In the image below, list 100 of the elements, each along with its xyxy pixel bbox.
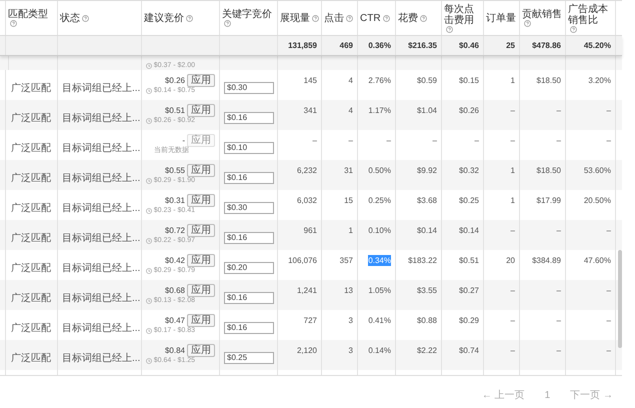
help-icon[interactable] [186,14,193,22]
match-type: 广泛匹配 [11,203,51,214]
status-text: 目标词组已经上... [62,173,140,184]
column-header[interactable]: CTR [360,12,381,24]
metric-value: 15 [344,195,353,206]
status-text: 目标词组已经上... [62,293,140,304]
ctr-value: 0.25% [368,195,391,206]
metric-value: 6,032 [296,195,317,206]
metric-value: 4 [348,75,353,86]
apply-button[interactable]: 应用 [187,284,215,297]
bid-input[interactable]: $0.16 [224,292,274,304]
bid-input[interactable]: $0.16 [224,322,274,334]
metric-value: $0.27 [458,285,479,296]
apply-button[interactable]: 应用 [187,254,215,267]
metric-value: $0.14 [458,225,479,236]
status-text: 目标词组已经上... [62,323,140,334]
help-icon[interactable] [346,14,353,22]
bid-input[interactable]: $0.30 [224,202,274,214]
bid-input[interactable]: $0.10 [224,142,274,154]
help-icon[interactable] [524,20,531,27]
metric-value: $0.15 [458,75,479,86]
bid-input[interactable]: $0.16 [224,112,274,124]
metric-value: $0.59 [416,75,437,86]
apply-button[interactable]: 应用 [187,314,215,327]
total-value: $0.46 [458,40,479,52]
column-header[interactable]: 展现量 [280,12,310,24]
help-icon[interactable] [312,14,319,22]
total-value: 45.20% [584,40,611,52]
help-icon[interactable] [382,14,390,22]
help-icon[interactable] [224,20,231,27]
metric-value: 106,076 [288,255,317,266]
status-text: 目标词组已经上... [62,353,140,364]
scrollbar-thumb[interactable] [618,250,622,348]
suggested-bid: $0.72 [164,224,185,236]
metric-value: $0.51 [458,255,479,266]
metric-value: 1 [510,75,515,86]
metric-value: – [606,315,611,326]
metric-value: 341 [304,105,317,116]
status-text: 目标词组已经上... [62,203,140,214]
total-value: 469 [340,40,353,52]
metric-value: – [556,285,561,296]
match-type: 广泛匹配 [11,83,51,94]
metric-value: $3.68 [416,195,437,206]
status-text: 目标词组已经上... [62,263,140,274]
column-header[interactable]: 每次点击费用 [444,4,481,26]
bid-input[interactable]: $0.16 [224,172,274,184]
ctr-value: 0.14% [368,345,391,356]
metric-value: $183.22 [408,255,437,266]
column-header[interactable]: 状态 [60,12,80,24]
metric-value: – [556,345,561,356]
metric-value: $1.04 [416,105,437,116]
apply-button[interactable]: 应用 [187,104,215,117]
metric-value: – [606,345,611,356]
column-header[interactable]: 匹配类型 [8,9,48,20]
status-text: 目标词组已经上... [62,83,140,94]
help-icon[interactable] [446,26,453,32]
column-header[interactable]: 点击 [324,12,344,24]
ctr-value: 0.41% [368,315,391,326]
bid-input[interactable]: $0.20 [224,262,274,274]
help-icon[interactable] [82,14,89,22]
column-header[interactable]: 花费 [398,12,418,24]
bid-input[interactable]: $0.30 [224,82,274,94]
metric-value: 20 [506,255,515,266]
ctr-value: – [386,135,391,146]
column-header[interactable]: 关键字竞价 [222,9,272,20]
metric-value: – [510,225,515,236]
column-header[interactable]: 建议竞价 [144,12,184,24]
help-icon[interactable] [420,14,427,22]
apply-button[interactable]: 应用 [187,224,215,237]
metric-value: 1 [510,165,515,176]
metric-value: – [606,105,611,116]
apply-button[interactable]: 应用 [187,344,215,357]
metric-value: 47.60% [584,255,611,266]
apply-button[interactable]: 应用 [187,194,215,207]
column-header[interactable]: 贡献销售 [522,9,562,20]
apply-button[interactable]: 应用 [187,74,215,87]
metric-value: $0.32 [458,165,479,176]
metric-value: 20.50% [584,195,611,206]
metric-value: – [510,105,515,116]
column-header[interactable]: 广告成本销售比 [568,4,613,26]
metric-value: – [606,225,611,236]
metric-value: 13 [344,285,353,296]
metric-value: $17.99 [536,195,561,206]
bid-input[interactable]: $0.16 [224,232,274,244]
suggested-bid: - [182,134,185,146]
metric-value: 3.20% [588,75,611,86]
metric-value: 4 [348,105,353,116]
match-type: 广泛匹配 [11,143,51,154]
metric-value: 31 [344,165,353,176]
bid-input[interactable]: $0.25 [224,352,274,364]
metric-value: 6,232 [296,165,317,176]
metric-value: $0.88 [416,315,437,326]
total-value: 131,859 [288,40,317,52]
apply-button[interactable]: 应用 [187,164,215,177]
column-header[interactable]: 订单量 [486,12,516,24]
help-icon[interactable] [570,26,577,32]
match-type: 广泛匹配 [11,263,51,274]
metric-value: – [606,135,611,146]
ctr-value: 1.05% [368,285,391,296]
help-icon[interactable] [10,20,17,27]
